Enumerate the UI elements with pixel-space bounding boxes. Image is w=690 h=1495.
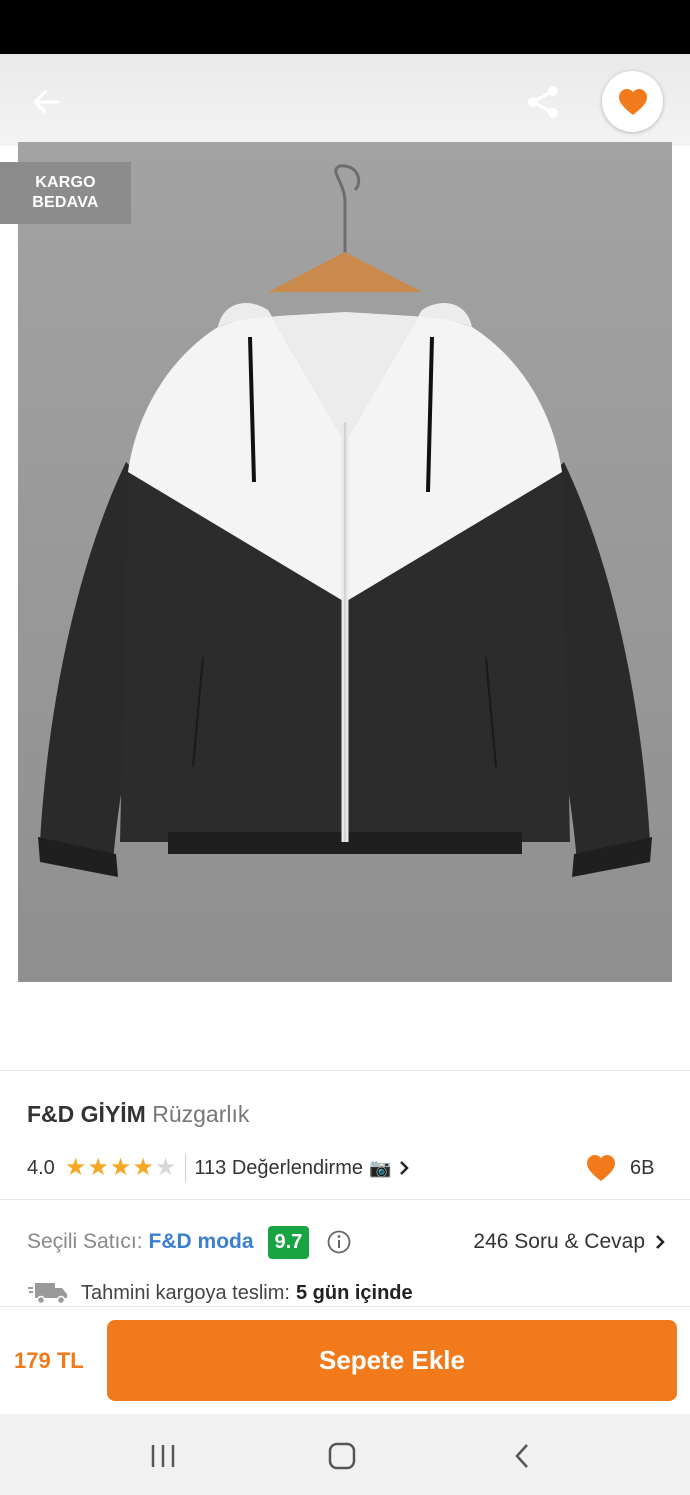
favorite-button[interactable] [602,71,663,132]
share-button[interactable] [521,80,565,124]
favorite-count: 6B [586,1152,654,1184]
star-icon: ★ [132,1154,154,1181]
heart-icon [587,1155,615,1181]
chevron-left-icon [515,1444,528,1468]
product-name: Rüzgarlık [152,1101,250,1127]
status-bar [0,0,690,54]
back-button[interactable] [26,82,66,122]
promo-badge-line2: BEDAVA [32,194,99,211]
rating-stars: ★ ★ ★ ★ ★ [65,1156,178,1180]
system-back-button[interactable] [502,1436,542,1476]
info-icon[interactable] [327,1230,351,1254]
separator [185,1154,187,1182]
product-image[interactable] [18,142,672,982]
share-icon [528,86,558,118]
arrow-left-icon [33,90,60,114]
divider [0,1070,690,1071]
heart-icon [618,88,647,115]
chevron-right-icon [656,1235,665,1249]
star-icon: ★ [87,1154,109,1181]
add-to-cart-button[interactable]: Sepete Ekle [107,1320,677,1401]
promo-badge-line1: KARGO [35,174,96,191]
shipping-value: 5 gün içinde [295,1281,413,1304]
shipping-estimate: Tahmini kargoya teslim: 5 gün içinde [27,1278,413,1308]
qa-link[interactable]: 246 Soru & Cevap [473,1222,667,1262]
rating-row[interactable]: 4.0 ★ ★ ★ ★ ★ 113 Değerlendirme 📷 [27,1152,667,1184]
star-icon: ★ [64,1154,87,1181]
camera-icon: 📷 [369,1157,392,1178]
top-bar [0,54,690,146]
qa-label: 246 Soru & Cevap [473,1230,645,1253]
seller-score-badge: 9.7 [267,1225,310,1259]
star-icon: ★ [109,1154,132,1181]
home-icon [328,1442,356,1470]
favorite-count-value: 6B [630,1156,655,1179]
seller-row: Seçili Satıcı: F&D moda 9.7 246 Soru & C… [27,1222,667,1262]
free-shipping-badge: KARGO BEDAVA [0,162,131,224]
chevron-right-icon [400,1161,410,1175]
home-button[interactable] [322,1436,362,1476]
shipping-label: Tahmini kargoya teslim: [81,1281,290,1304]
price: 179 TL [14,1348,84,1373]
recent-apps-icon [151,1445,175,1467]
truck-icon [28,1283,67,1305]
star-icon: ★ [154,1154,177,1181]
seller-name-link[interactable]: F&D moda [149,1230,254,1254]
seller-label: Seçili Satıcı: [27,1230,143,1253]
recent-apps-button[interactable] [143,1436,183,1476]
rating-value: 4.0 [27,1156,55,1179]
divider [0,1199,690,1200]
product-title: F&D GİYİM Rüzgarlık [27,1101,249,1128]
brand-name[interactable]: F&D GİYİM [27,1101,146,1127]
reviews-count[interactable]: 113 Değerlendirme [194,1157,363,1180]
